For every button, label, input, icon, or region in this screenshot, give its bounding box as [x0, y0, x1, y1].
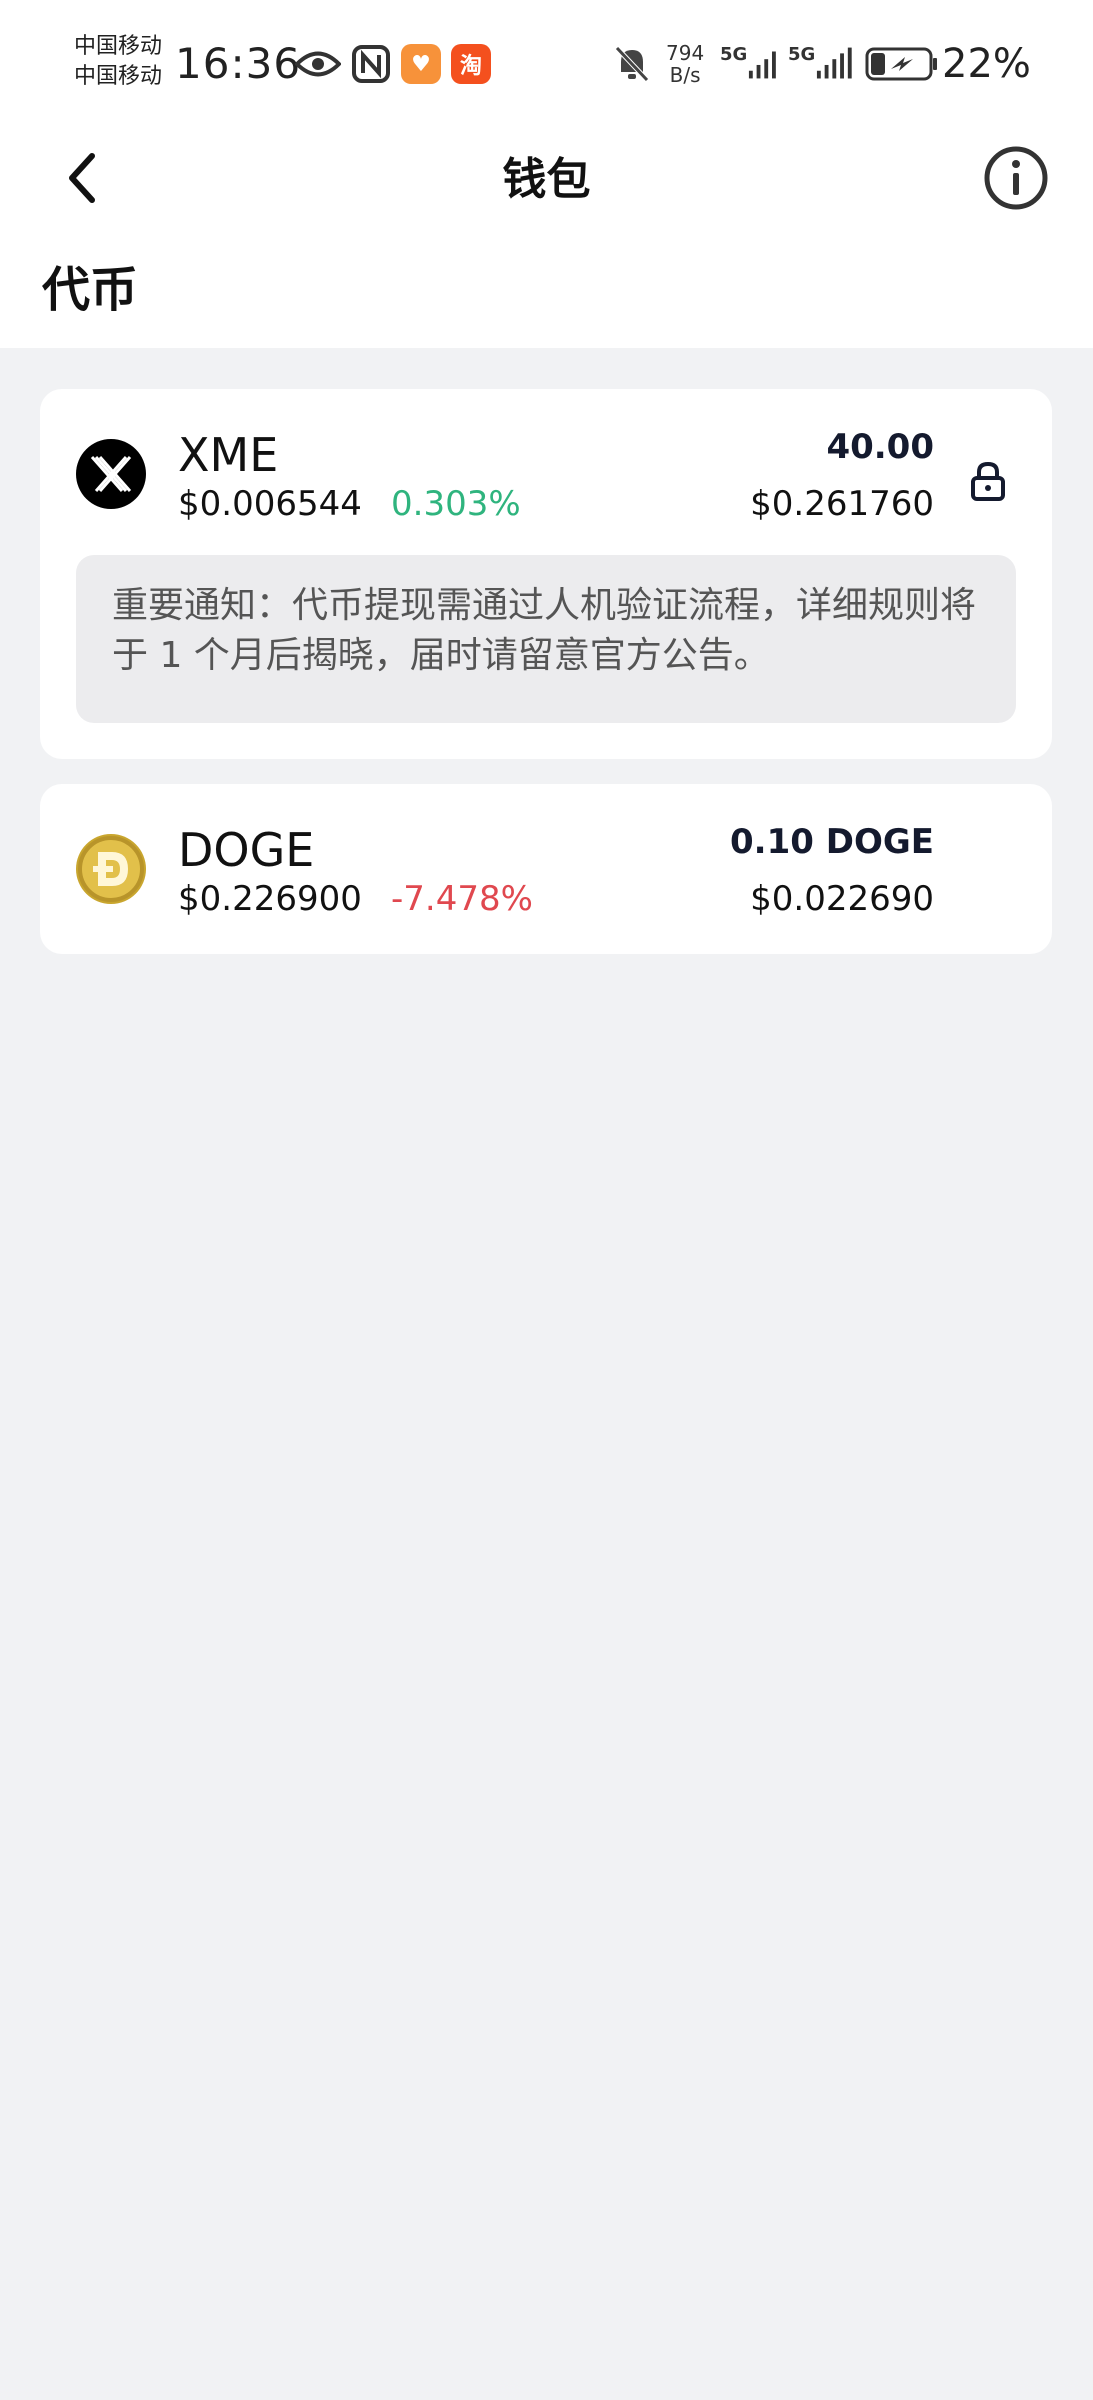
- token-symbol: XME: [178, 428, 279, 482]
- carrier-2: 中国移动: [74, 64, 163, 89]
- app-heart-icon: ♥: [400, 42, 442, 86]
- carrier-label: 中国移动 中国移动: [74, 32, 162, 92]
- net-speed-value: 794: [666, 41, 705, 65]
- battery-percent: 22%: [942, 41, 1031, 87]
- net-speed-unit: B/s: [669, 63, 701, 87]
- xme-logo-icon: [76, 439, 146, 509]
- holding-value: $0.022690: [750, 879, 934, 919]
- status-bar: 中国移动 中国移动 16:36 ♥ 淘 794 B/s 5G 5G 22%: [0, 0, 1093, 120]
- doge-logo-icon: [76, 834, 146, 904]
- holding-amount: 0.10 DOGE: [730, 822, 934, 862]
- nfc-icon: [350, 42, 392, 86]
- mute-bell-icon: [610, 42, 654, 86]
- token-change: -7.478%: [391, 879, 533, 919]
- info-circle-icon: [983, 145, 1049, 215]
- signal-icon: 5G: [720, 42, 780, 86]
- token-change: 0.303%: [391, 484, 521, 524]
- eye-icon: [294, 42, 342, 86]
- holding-value: $0.261760: [750, 484, 934, 524]
- withdraw-notice: 重要通知：代币提现需通过人机验证流程，详细规则将于 1 个月后揭晓，届时请留意官…: [76, 555, 1016, 723]
- app-taobao-icon: 淘: [450, 42, 492, 86]
- clock: 16:36: [175, 39, 302, 88]
- nav-bar: 钱包: [0, 130, 1093, 230]
- token-price: $0.006544: [178, 484, 362, 524]
- section-title: 代币: [42, 262, 139, 318]
- holding-amount: 40.00: [826, 427, 934, 467]
- carrier-1: 中国移动: [74, 34, 163, 59]
- battery-charging-icon: [864, 42, 940, 86]
- info-button[interactable]: [980, 144, 1052, 216]
- token-card-xme[interactable]: XME $0.006544 0.303% 40.00 $0.261760 重要通…: [40, 389, 1052, 759]
- page-title: 钱包: [502, 154, 591, 205]
- token-symbol: DOGE: [178, 823, 315, 877]
- lock-icon: [970, 460, 1006, 506]
- token-price: $0.226900: [178, 879, 362, 919]
- token-card-doge[interactable]: DOGE $0.226900 -7.478% 0.10 DOGE $0.0226…: [40, 784, 1052, 954]
- lock-button[interactable]: [964, 455, 1012, 511]
- signal-icon: 5G: [788, 42, 852, 86]
- net-speed: 794 B/s: [666, 42, 704, 86]
